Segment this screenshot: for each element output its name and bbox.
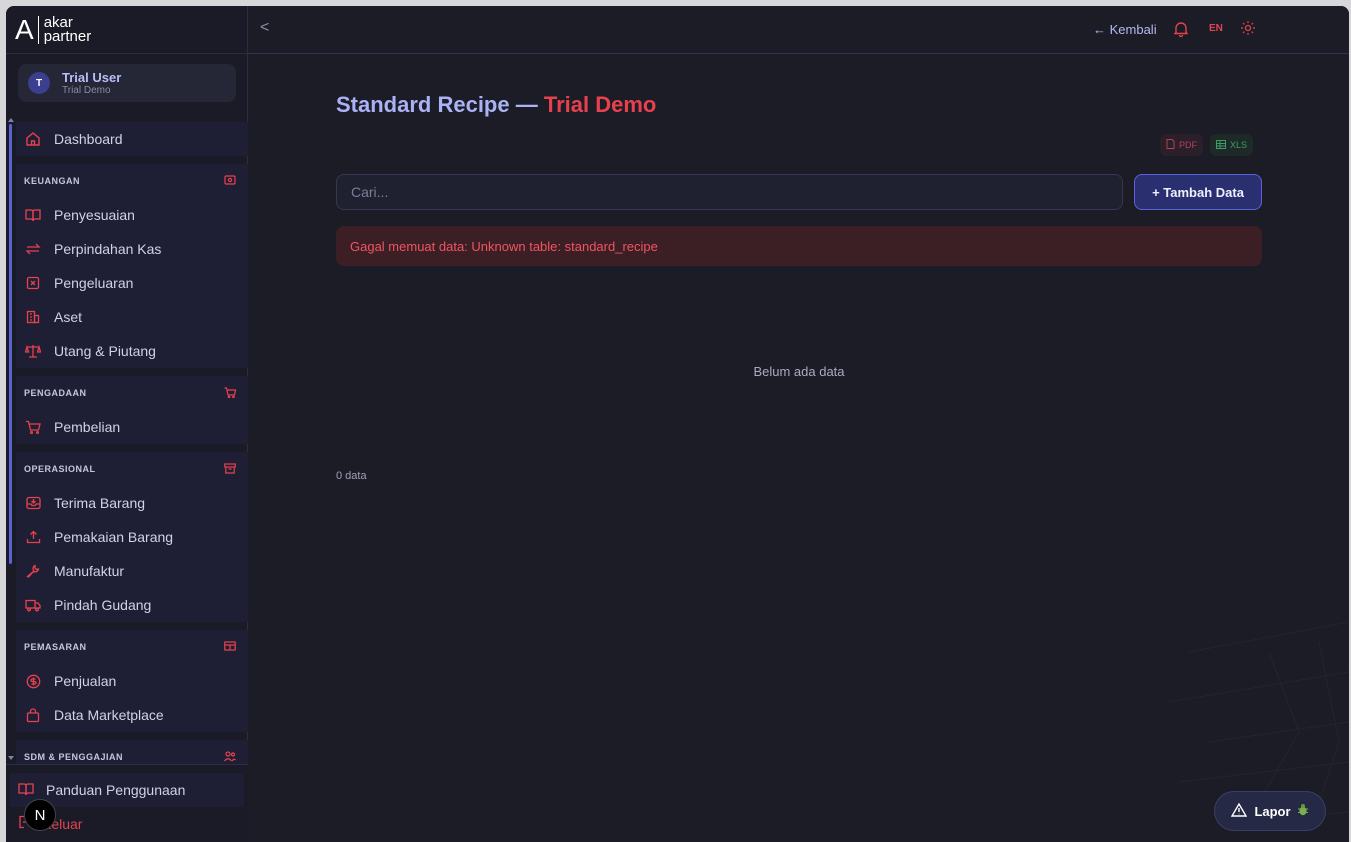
section-header: KEUANGAN (16, 164, 248, 198)
section-operasional: OPERASIONAL Terima Barang Pemakaian Bara… (16, 452, 248, 622)
sidebar-item-pembelian[interactable]: Pembelian (16, 410, 248, 444)
section-pemasaran: PEMASARAN Penjualan Data Marketplace (16, 630, 248, 732)
section-pengadaan: PENGADAAN Pembelian (16, 376, 248, 444)
bell-icon[interactable] (1173, 21, 1189, 42)
sidebar-nav: Dashboard KEUANGAN Penyesuaian Perpindah… (16, 122, 248, 782)
upload-icon (24, 528, 42, 546)
logo-mark: A (15, 13, 34, 45)
main-content: Standard Recipe — Trial Demo PDF XLS + T… (248, 54, 1349, 842)
user-subtitle: Trial Demo (62, 84, 111, 96)
sidebar-item-dashboard[interactable]: Dashboard (16, 122, 248, 156)
section-keuangan: KEUANGAN Penyesuaian Perpindahan Kas Pen… (16, 164, 248, 368)
export-pdf-button[interactable]: PDF (1160, 134, 1203, 156)
book-icon (24, 206, 42, 224)
sidebar-item-aset[interactable]: Aset (16, 300, 248, 334)
sidebar-item-terima-barang[interactable]: Terima Barang (16, 486, 248, 520)
sidebar-item-pengeluaran[interactable]: Pengeluaran (16, 266, 248, 300)
book-icon (18, 782, 34, 799)
inbox-icon (24, 494, 42, 512)
sidebar-item-perpindahan-kas[interactable]: Perpindahan Kas (16, 232, 248, 266)
section-header: OPERASIONAL (16, 452, 248, 486)
collapse-sidebar-button[interactable]: < (260, 19, 269, 37)
add-data-button[interactable]: + Tambah Data (1134, 174, 1262, 210)
empty-state: Belum ada data (753, 364, 845, 379)
report-button[interactable]: Lapor (1214, 791, 1326, 831)
avatar: T (28, 72, 50, 94)
scale-icon (24, 342, 42, 360)
building-icon (24, 308, 42, 326)
scroll-down-icon[interactable] (8, 756, 14, 760)
error-message: Gagal memuat data: Unknown table: standa… (336, 226, 1262, 266)
next-dev-badge[interactable]: N (24, 799, 56, 831)
cart-icon (224, 386, 237, 400)
store-icon (224, 641, 236, 653)
dollar-icon (24, 672, 42, 690)
logo[interactable]: A akar partner (6, 6, 247, 54)
bug-icon (1297, 803, 1309, 819)
section-header: PEMASARAN (16, 630, 248, 664)
sidebar-item-penyesuaian[interactable]: Penyesuaian (16, 198, 248, 232)
sidebar-item-penjualan[interactable]: Penjualan (16, 664, 248, 698)
money-icon (224, 175, 236, 187)
archive-icon (224, 462, 236, 476)
users-icon (224, 750, 236, 764)
user-card[interactable]: T Trial User Trial Demo (18, 64, 236, 102)
file-icon (1166, 139, 1175, 151)
wrench-icon (24, 562, 42, 580)
sidebar-item-manufaktur[interactable]: Manufaktur (16, 554, 248, 588)
section-header: PENGADAAN (16, 376, 248, 410)
back-link[interactable]: ← Kembali (1093, 22, 1157, 37)
page-title: Standard Recipe — Trial Demo (336, 92, 657, 117)
export-xls-button[interactable]: XLS (1210, 134, 1254, 156)
sidebar-item-utang-piutang[interactable]: Utang & Piutang (16, 334, 248, 368)
receipt-icon (24, 274, 42, 292)
sidebar-item-data-marketplace[interactable]: Data Marketplace (16, 698, 248, 732)
sidebar-scrollbar[interactable] (8, 118, 14, 760)
warning-icon (1231, 802, 1248, 820)
truck-icon (24, 596, 42, 614)
topbar: < ← Kembali EN (248, 6, 1349, 54)
user-name: Trial User (62, 69, 122, 85)
scroll-up-icon[interactable] (8, 118, 14, 122)
app-window: A akar partner T Trial User Trial Demo D… (6, 6, 1349, 842)
language-toggle[interactable]: EN (1209, 23, 1223, 34)
search-input[interactable] (336, 174, 1123, 210)
table-icon (1216, 139, 1226, 151)
sidebar-item-pindah-gudang[interactable]: Pindah Gudang (16, 588, 248, 622)
sidebar: A akar partner T Trial User Trial Demo D… (6, 6, 248, 842)
record-count: 0 data (336, 470, 367, 482)
home-icon (24, 130, 42, 148)
sidebar-item-pemakaian-barang[interactable]: Pemakaian Barang (16, 520, 248, 554)
scrollbar-thumb[interactable] (9, 124, 12, 564)
bag-icon (24, 706, 42, 724)
transfer-icon (24, 240, 42, 258)
page-title-accent: Trial Demo (543, 92, 657, 117)
cart-icon (24, 418, 42, 436)
sun-icon[interactable] (1240, 20, 1256, 41)
logo-text: akar partner (37, 15, 91, 44)
